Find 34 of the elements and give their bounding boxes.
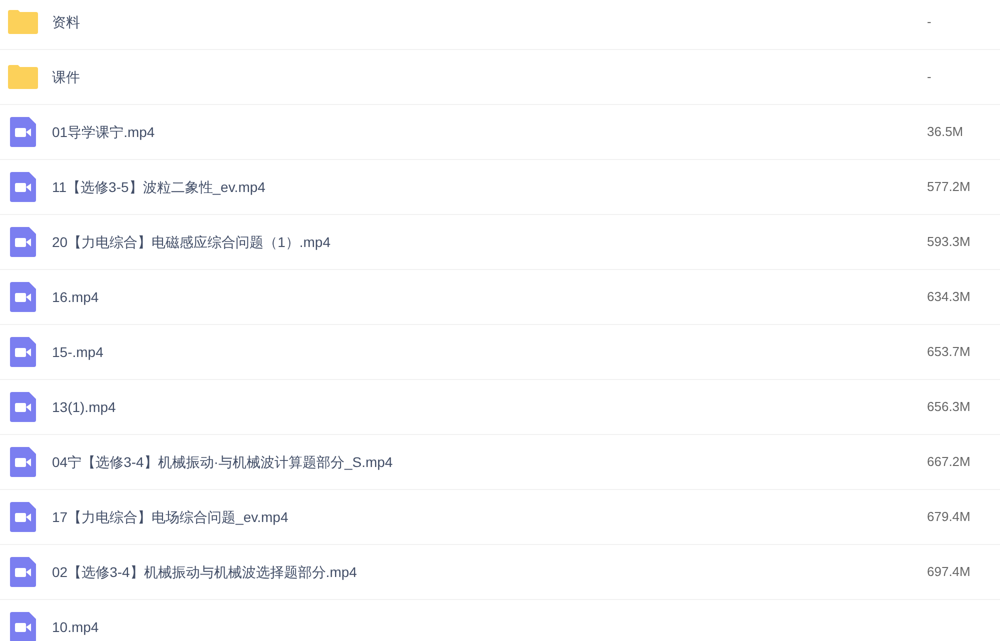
video-icon [10, 117, 36, 147]
file-name[interactable]: 13(1).mp4 [52, 396, 927, 418]
file-name[interactable]: 02【选修3-4】机械振动与机械波选择题部分.mp4 [52, 562, 927, 582]
folder-icon [6, 64, 38, 90]
video-icon [10, 392, 36, 422]
file-size: 653.7M [927, 343, 972, 362]
video-icon [10, 502, 36, 532]
video-icon [10, 172, 36, 202]
file-name[interactable]: 15-.mp4 [52, 342, 927, 362]
file-name[interactable]: 20【力电综合】电磁感应综合问题（1）.mp4 [52, 232, 927, 252]
folder-icon [6, 9, 38, 35]
file-name[interactable]: 课件 [52, 66, 927, 88]
file-size: 634.3M [927, 288, 972, 306]
video-icon [10, 337, 36, 367]
file-size: 577.2M [927, 178, 972, 196]
file-size: - [927, 68, 932, 86]
file-name[interactable]: 10.mp4 [52, 616, 1000, 638]
file-size: 593.3M [927, 233, 972, 252]
file-name[interactable]: 11【选修3-5】波粒二象性_ev.mp4 [52, 176, 927, 198]
file-size: - [927, 13, 932, 32]
file-name[interactable]: 资料 [52, 12, 927, 32]
file-size: 656.3M [927, 398, 972, 416]
file-name[interactable]: 16.mp4 [52, 286, 927, 308]
video-icon [10, 557, 36, 587]
file-size: 697.4M [927, 563, 972, 582]
file-name[interactable]: 17【力电综合】电场综合问题_ev.mp4 [52, 506, 927, 528]
video-icon [10, 227, 36, 257]
file-size: 36.5M [927, 123, 964, 142]
video-icon [10, 447, 36, 477]
file-name[interactable]: 04宁【选修3-4】机械振动·与机械波计算题部分_S.mp4 [52, 452, 927, 472]
file-size: 679.4M [927, 508, 972, 526]
file-size: 667.2M [927, 453, 972, 472]
video-icon [10, 282, 36, 312]
file-name[interactable]: 01导学课宁.mp4 [52, 122, 927, 142]
